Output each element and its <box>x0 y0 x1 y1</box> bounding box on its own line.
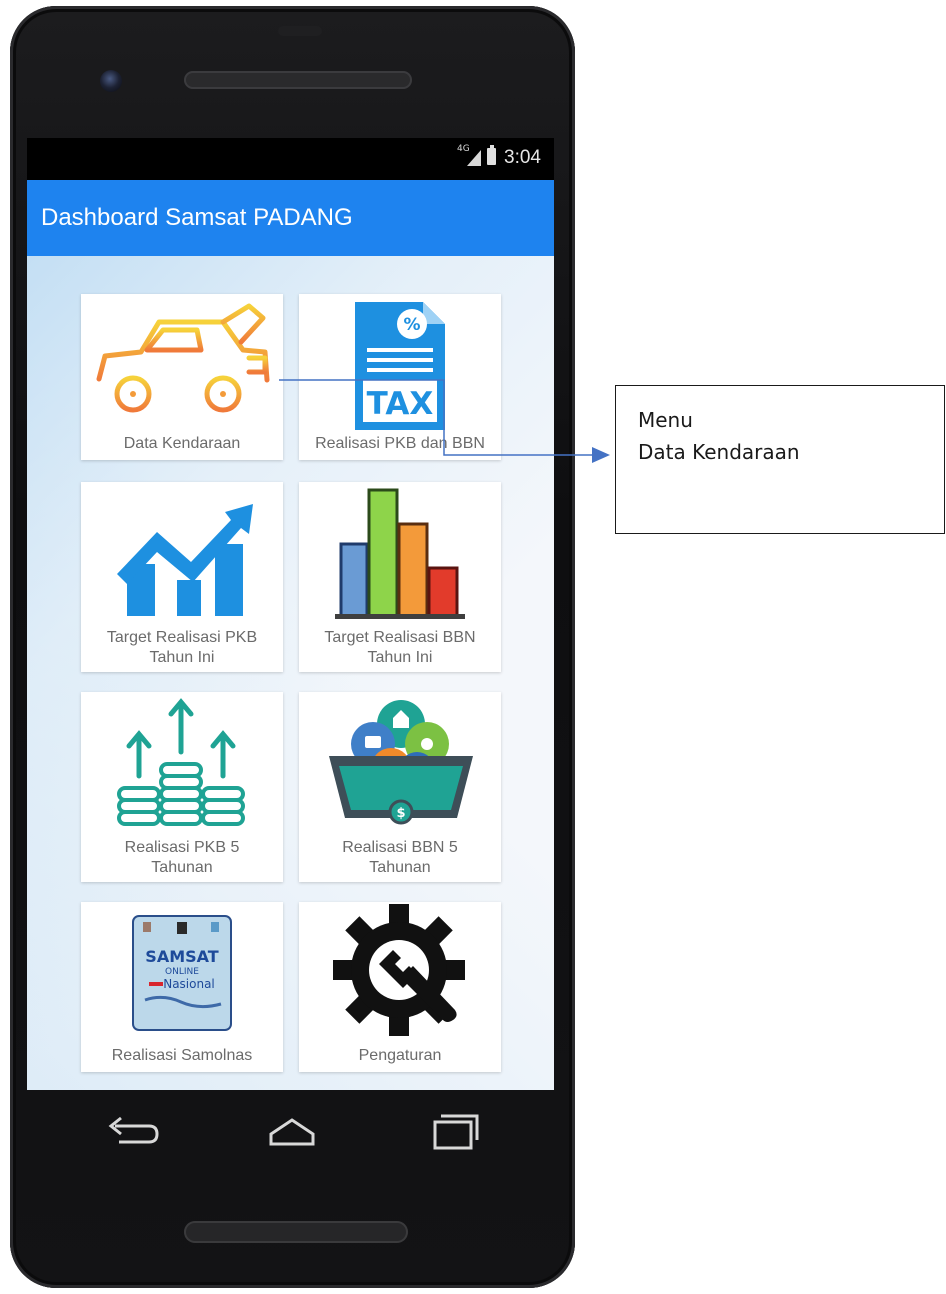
callout-subtitle: Data Kendaraan <box>638 440 800 464</box>
menu-tile-realisasi-samolnas[interactable]: SAMSAT ONLINE Nasional Realisasi Samolna… <box>81 902 283 1072</box>
samsat-logo-word2: ONLINE <box>165 967 199 977</box>
app-title: Dashboard Samsat PADANG <box>41 204 353 231</box>
menu-tile-label-line1: Realisasi BBN 5 <box>342 839 458 856</box>
menu-tile-label: Realisasi PKB dan BBN <box>315 435 485 452</box>
car-icon <box>96 303 270 413</box>
samsat-logo-word3: Nasional <box>163 977 215 991</box>
menu-tile-label-line2: Tahun Ini <box>149 649 215 666</box>
dashboard-content: Data Kendaraan % TAX Realisasi PKB dan B… <box>27 256 554 1090</box>
menu-tile-label: Target Realisasi PKB Tahun Ini <box>81 628 283 668</box>
menu-tile-label: Realisasi BBN 5 Tahunan <box>299 838 501 878</box>
gear-wrench-icon <box>333 904 465 1036</box>
phone-top-slot <box>278 26 322 36</box>
menu-tile-label-line1: Realisasi PKB 5 <box>124 839 240 856</box>
menu-tile-label: Target Realisasi BBN Tahun Ini <box>299 628 501 668</box>
front-camera <box>100 70 122 92</box>
menu-tile-label: Realisasi PKB 5 Tahunan <box>81 838 283 878</box>
status-time: 3:04 <box>504 147 541 168</box>
menu-tile-label-line2: Tahunan <box>369 859 431 876</box>
status-bar: 4G 3:04 <box>27 138 554 180</box>
growth-chart-icon <box>117 504 253 616</box>
tax-document-icon: % TAX <box>355 302 445 430</box>
svg-text:%: % <box>403 315 420 335</box>
menu-tile-pengaturan[interactable]: Pengaturan <box>299 902 501 1072</box>
svg-text:TAX: TAX <box>367 386 434 422</box>
menu-tile-label: Realisasi Samolnas <box>111 1047 253 1064</box>
svg-text:$: $ <box>396 806 405 821</box>
signal-icon <box>467 150 481 166</box>
menu-tile-data-kendaraan[interactable]: Data Kendaraan <box>81 294 283 460</box>
samsat-online-logo-icon: SAMSAT ONLINE Nasional <box>132 915 232 1031</box>
recents-icon[interactable] <box>419 1108 489 1158</box>
callout-box: Menu Data Kendaraan <box>615 385 945 534</box>
menu-tile-label: Pengaturan <box>358 1047 442 1064</box>
menu-tile-realisasi-pkb-bbn[interactable]: % TAX Realisasi PKB dan BBN <box>299 294 501 460</box>
shopping-basket-icon: $ <box>329 700 473 825</box>
home-icon[interactable] <box>257 1108 327 1158</box>
phone-screen: 4G 3:04 Dashboard Samsat PADANG Data Ken… <box>27 138 554 1090</box>
battery-icon <box>487 145 496 165</box>
menu-tile-bbn-5-tahunan[interactable]: $ Realisasi BBN 5 Tahunan <box>299 692 501 882</box>
menu-tile-pkb-5-tahunan[interactable]: Realisasi PKB 5 Tahunan <box>81 692 283 882</box>
menu-tile-label: Data Kendaraan <box>123 435 241 452</box>
menu-tile-label-line1: Target Realisasi PKB <box>106 629 258 646</box>
back-icon[interactable] <box>97 1108 167 1158</box>
callout-title: Menu <box>638 408 693 432</box>
menu-tile-label-line2: Tahun Ini <box>367 649 433 666</box>
menu-tile-label-line1: Target Realisasi BBN <box>324 629 476 646</box>
menu-tile-target-pkb[interactable]: Target Realisasi PKB Tahun Ini <box>81 482 283 672</box>
bar-chart-icon <box>335 488 465 619</box>
android-nav-bar <box>27 1090 554 1170</box>
bottom-speaker <box>184 1221 408 1243</box>
app-bar: Dashboard Samsat PADANG <box>27 180 554 256</box>
earpiece-speaker <box>184 71 412 89</box>
samsat-logo-word1: SAMSAT <box>145 947 218 966</box>
menu-tile-target-bbn[interactable]: Target Realisasi BBN Tahun Ini <box>299 482 501 672</box>
coin-stacks-icon <box>117 698 245 826</box>
menu-tile-label-line2: Tahunan <box>151 859 213 876</box>
